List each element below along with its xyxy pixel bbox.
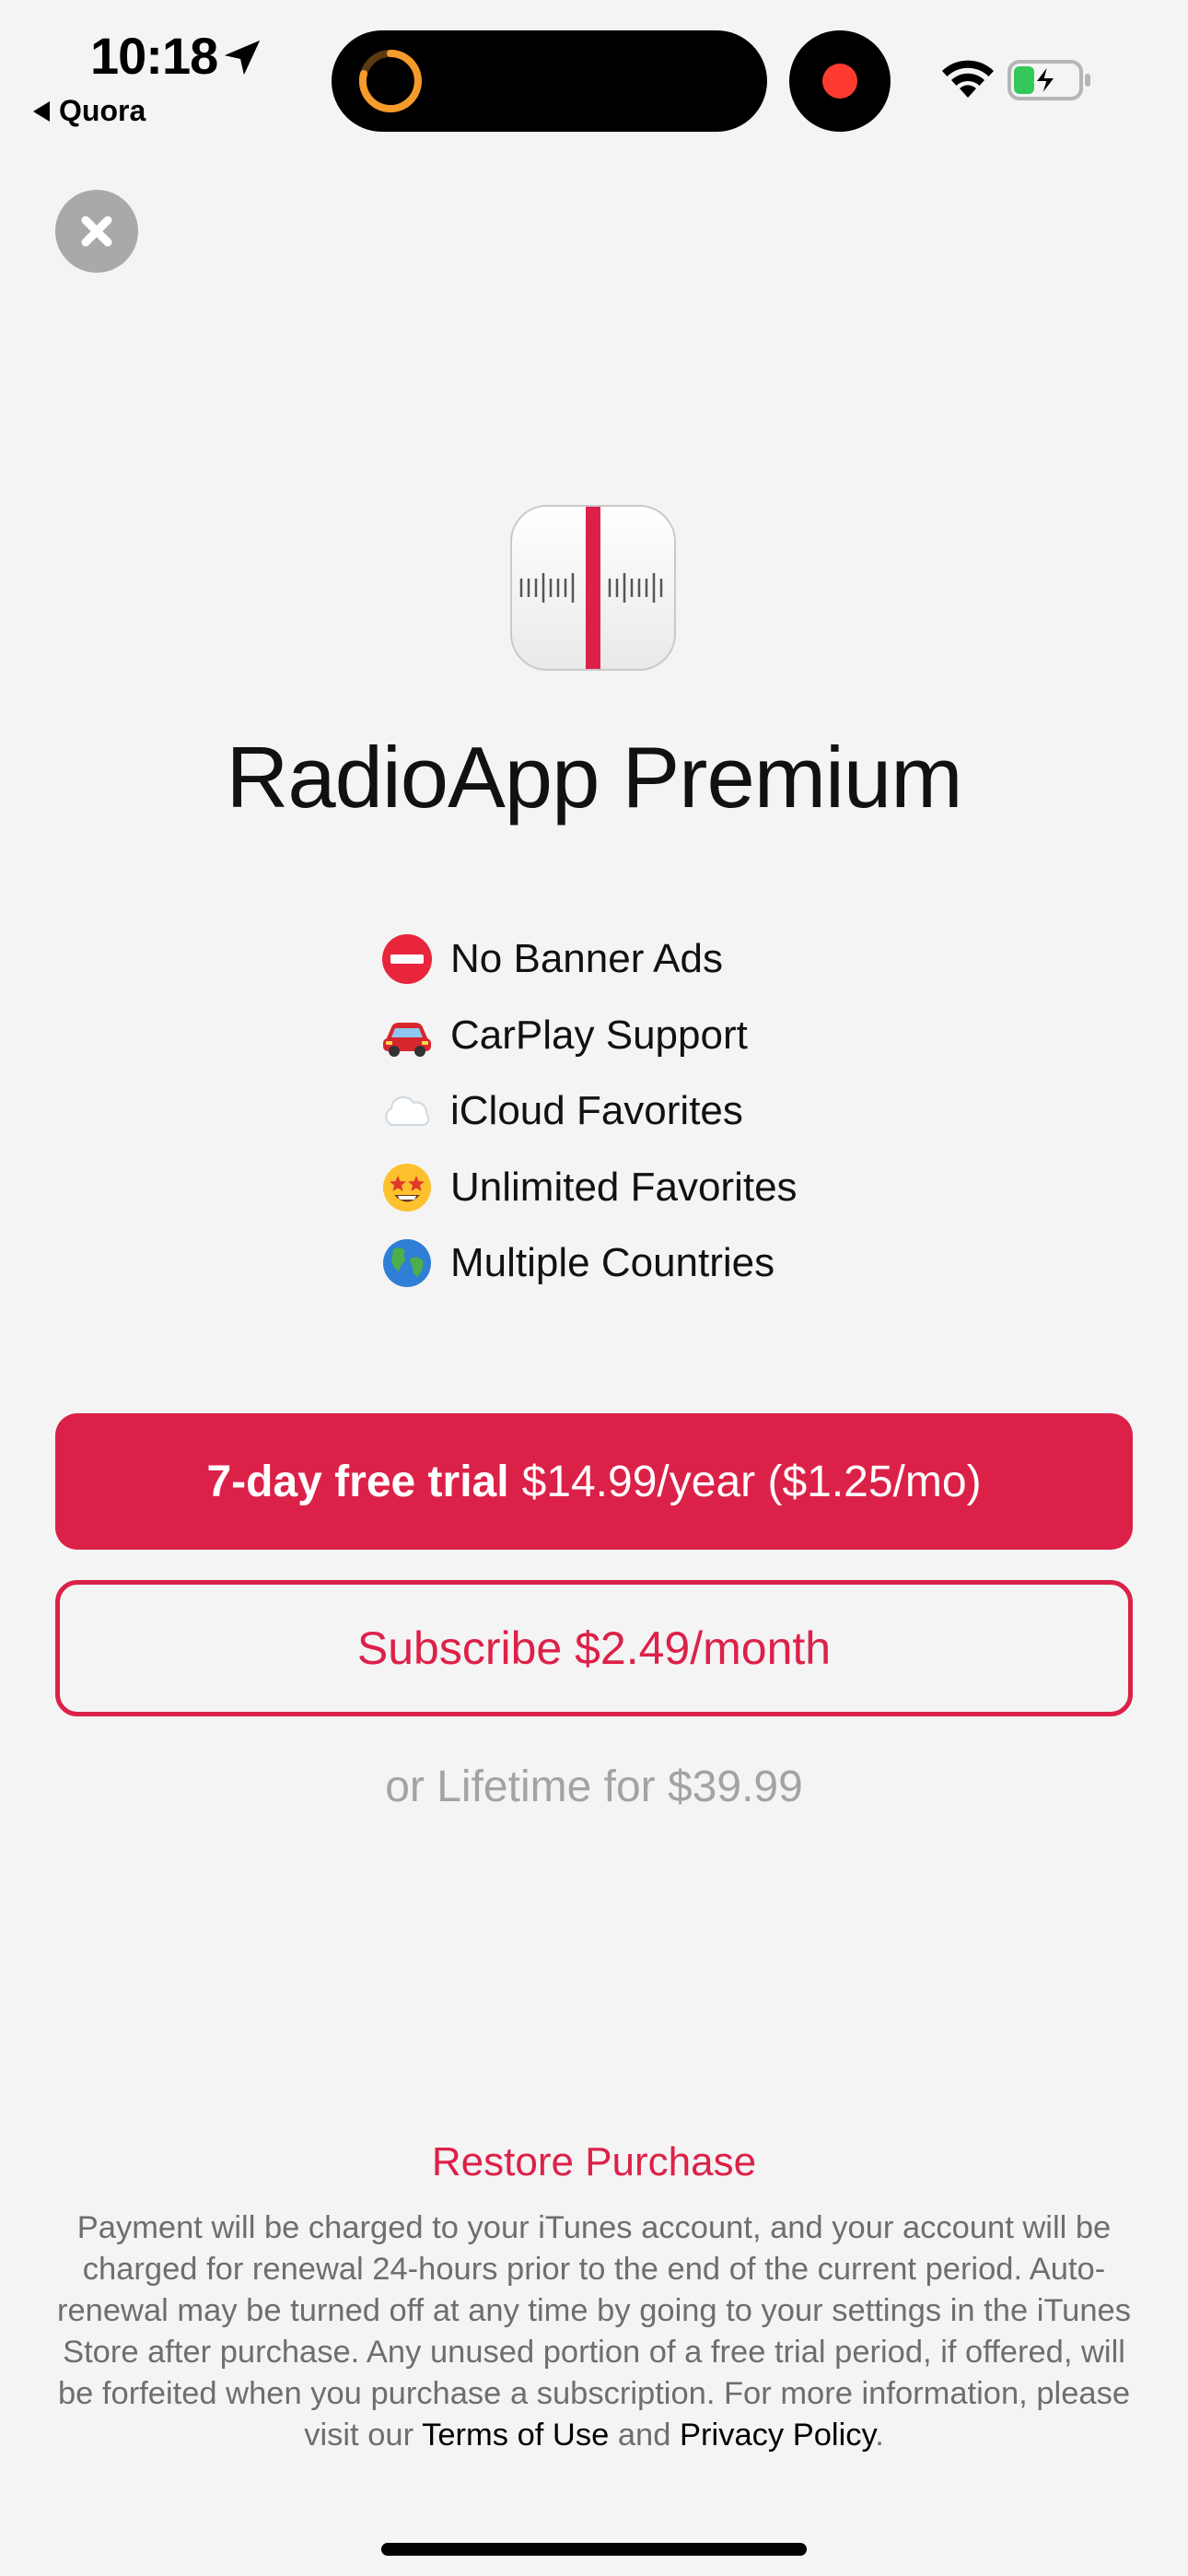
close-button[interactable] — [55, 190, 138, 273]
paywall-title: RadioApp Premium — [226, 729, 962, 825]
feature-label: iCloud Favorites — [450, 1088, 743, 1134]
free-trial-button[interactable]: 7-day free trial $14.99/year ($1.25/mo) — [55, 1413, 1133, 1550]
location-arrow-icon — [224, 40, 261, 76]
battery-charging-icon — [1007, 60, 1090, 100]
home-indicator[interactable] — [381, 2543, 807, 2556]
feature-item: Multiple Countries — [380, 1225, 798, 1302]
legal-end: . — [875, 2418, 884, 2453]
cloud-icon — [385, 1096, 430, 1127]
feature-label: No Banner Ads — [450, 936, 723, 982]
back-app-label: Quora — [59, 94, 146, 127]
feature-label: Multiple Countries — [450, 1240, 775, 1286]
feature-item: Unlimited Favorites — [380, 1150, 798, 1226]
back-to-app-link[interactable]: Quora — [33, 94, 146, 128]
no-entry-icon — [382, 934, 432, 985]
feature-label: Unlimited Favorites — [450, 1164, 798, 1210]
legal-text: Payment will be charged to your iTunes a… — [46, 2207, 1142, 2456]
restore-purchase-link[interactable]: Restore Purchase — [0, 2139, 1188, 2185]
feature-list: No Banner Ads CarPlay Support iCloud Fav… — [380, 921, 798, 1302]
lifetime-purchase-link[interactable]: or Lifetime for $39.99 — [0, 1762, 1188, 1812]
radio-dial-icon — [519, 507, 663, 669]
feature-label: CarPlay Support — [450, 1012, 748, 1058]
legal-body: Payment will be charged to your iTunes a… — [57, 2210, 1131, 2453]
trial-button-price: $14.99/year ($1.25/mo) — [521, 1457, 982, 1506]
app-icon — [510, 505, 676, 671]
wifi-icon — [942, 60, 994, 98]
status-time: 10:18 — [90, 27, 218, 85]
feature-item: CarPlay Support — [380, 998, 798, 1074]
feature-item: iCloud Favorites — [380, 1073, 798, 1150]
activity-ring-icon — [358, 50, 422, 112]
subscribe-monthly-button[interactable]: Subscribe $2.49/month — [55, 1580, 1133, 1716]
car-icon — [383, 1022, 431, 1057]
back-triangle-icon — [33, 100, 50, 122]
feature-item: No Banner Ads — [380, 921, 798, 998]
globe-icon — [383, 1239, 431, 1288]
star-struck-icon — [383, 1163, 431, 1212]
legal-and: and — [617, 2418, 671, 2453]
record-dot-icon — [822, 64, 857, 99]
trial-button-bold: 7-day free trial — [206, 1457, 509, 1506]
close-icon — [81, 216, 112, 247]
privacy-policy-link[interactable]: Privacy Policy — [680, 2418, 875, 2453]
terms-of-use-link[interactable]: Terms of Use — [422, 2418, 609, 2453]
